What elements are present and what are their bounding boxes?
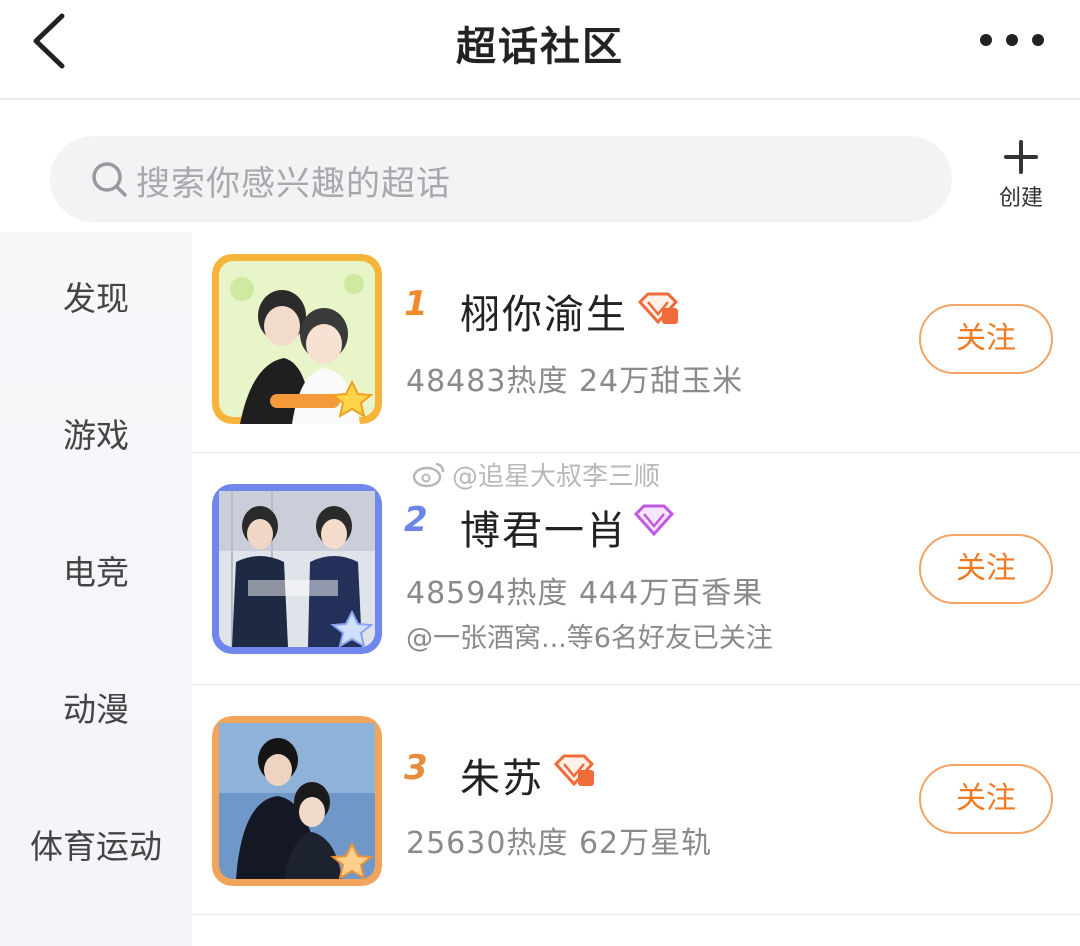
topic-stats: 48483热度 24万甜玉米: [406, 364, 744, 399]
follow-button[interactable]: 关注: [919, 304, 1053, 374]
watermark-text: @追星大叔李三顺: [452, 461, 661, 492]
topic-stats: 25630热度 62万星轨: [406, 826, 713, 861]
level-badge-icon: [637, 292, 679, 325]
category-sidebar: 发现 游戏 电竞 动漫 体育运动: [0, 232, 192, 946]
topic-avatar[interactable]: [212, 716, 382, 886]
sidebar-item-games[interactable]: 游戏: [0, 409, 192, 457]
top-bar: 超话社区: [0, 0, 1080, 100]
create-button[interactable]: 创建: [988, 140, 1054, 216]
watermark: @追星大叔李三顺: [412, 458, 661, 492]
sidebar-item-discover[interactable]: 发现: [0, 272, 192, 320]
search-input[interactable]: 搜索你感兴趣的超话: [50, 136, 952, 222]
topic-avatar[interactable]: [212, 484, 382, 654]
sidebar-item-anime[interactable]: 动漫: [0, 683, 192, 731]
create-label: 创建: [998, 186, 1043, 211]
rank-number: 2: [404, 500, 428, 540]
list-item[interactable]: 3 朱苏 25630热度 62万星轨 关注: [192, 696, 1080, 928]
follow-button[interactable]: 关注: [919, 764, 1053, 834]
level-badge-icon: [633, 504, 675, 537]
divider: [192, 452, 1080, 453]
topic-name[interactable]: 朱苏: [460, 746, 544, 804]
list-item[interactable]: 2 博君一肖 48594热度 444万百香果 @一张酒窝...等6名好友已关注 …: [192, 464, 1080, 696]
sidebar-item-esports[interactable]: 电竞: [0, 546, 192, 594]
rank-number: 1: [404, 284, 428, 324]
search-icon: [92, 162, 127, 197]
level-badge-icon: [553, 754, 595, 787]
rank-number: 3: [404, 748, 428, 788]
sidebar-item-sports[interactable]: 体育运动: [0, 820, 192, 868]
divider: [192, 684, 1080, 685]
list-item[interactable]: 1 栩你渝生 48483热度 24万甜玉米 关注: [192, 232, 1080, 464]
follow-button[interactable]: 关注: [919, 534, 1053, 604]
friends-following: @一张酒窝...等6名好友已关注: [406, 623, 773, 654]
divider: [192, 914, 1080, 915]
more-options-icon[interactable]: [980, 28, 1044, 52]
topic-name[interactable]: 栩你渝生: [460, 282, 628, 340]
weibo-logo-icon: [412, 462, 445, 488]
topic-stats: 48594热度 444万百香果: [406, 576, 764, 611]
topic-avatar[interactable]: [212, 254, 382, 424]
topic-name[interactable]: 博君一肖: [460, 498, 628, 556]
plus-icon: [1004, 140, 1038, 174]
page-title: 超话社区: [456, 24, 624, 70]
search-placeholder: 搜索你感兴趣的超话: [136, 164, 451, 204]
